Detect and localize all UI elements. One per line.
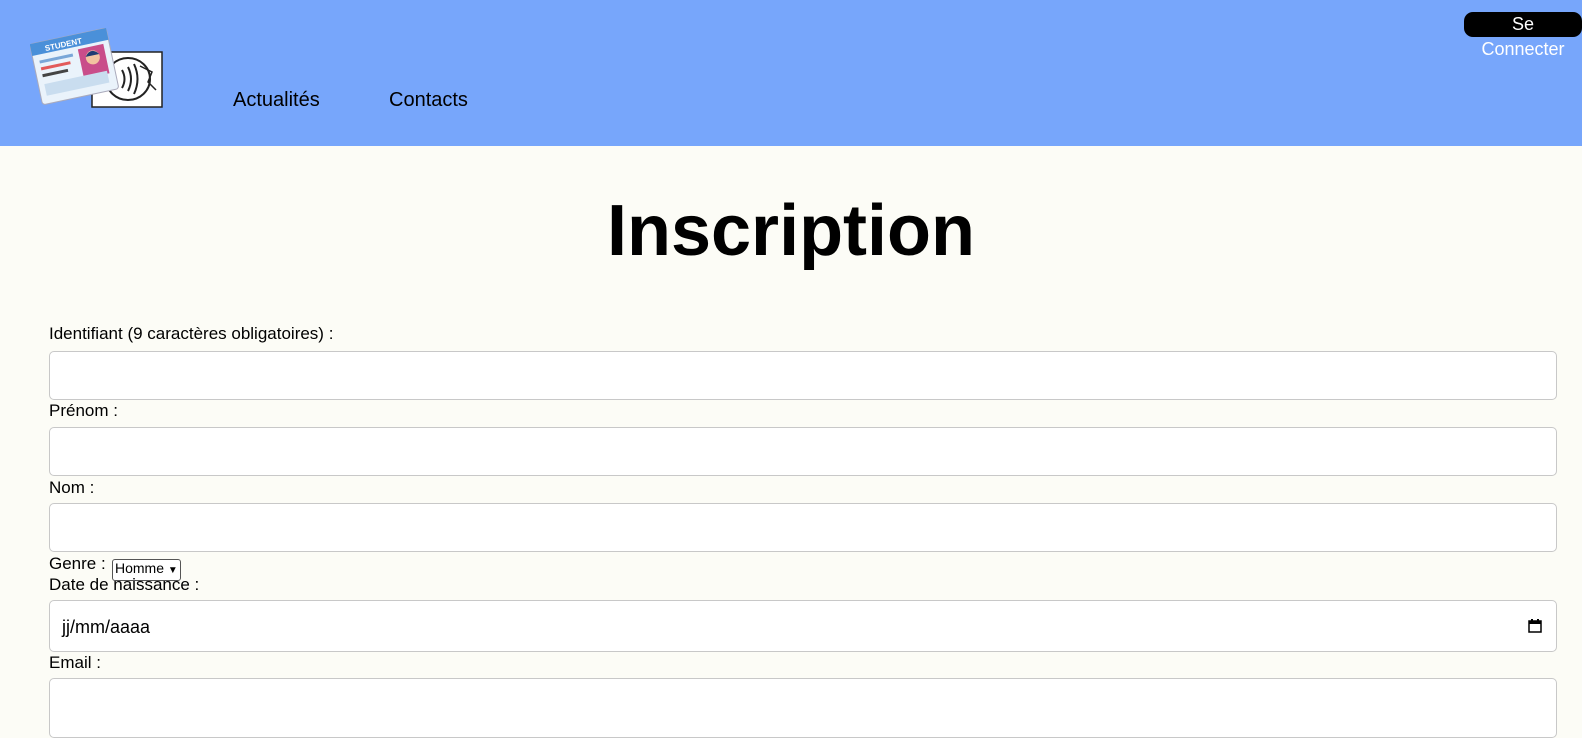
identifiant-label: Identifiant (9 caractères obligatoires) …: [49, 324, 334, 343]
nav-link-actualites[interactable]: Actualités: [233, 89, 320, 112]
calendar-icon[interactable]: [1528, 619, 1542, 633]
prenom-input[interactable]: [49, 427, 1557, 476]
student-card-logo[interactable]: STUDENT: [30, 22, 166, 112]
email-input[interactable]: [49, 678, 1557, 738]
genre-selected-value: Homme: [115, 560, 165, 576]
naissance-label: Date de naissance :: [49, 575, 200, 594]
prenom-label: Prénom :: [49, 401, 118, 420]
nav-link-contacts[interactable]: Contacts: [389, 89, 468, 112]
site-header: STUDENT Actualités Contacts Se Connecter: [0, 0, 1582, 146]
page-title: Inscription: [606, 191, 975, 271]
identifiant-input[interactable]: [49, 351, 1557, 400]
date-placeholder: jj/mm/aaaa: [62, 617, 151, 637]
genre-label: Genre :: [49, 554, 106, 573]
email-label: Email :: [49, 653, 101, 672]
login-button[interactable]: Se Connecter: [1464, 12, 1582, 59]
nom-label: Nom :: [49, 478, 95, 497]
naissance-date-input[interactable]: jj/mm/aaaa: [49, 600, 1557, 652]
nom-input[interactable]: [49, 503, 1557, 552]
